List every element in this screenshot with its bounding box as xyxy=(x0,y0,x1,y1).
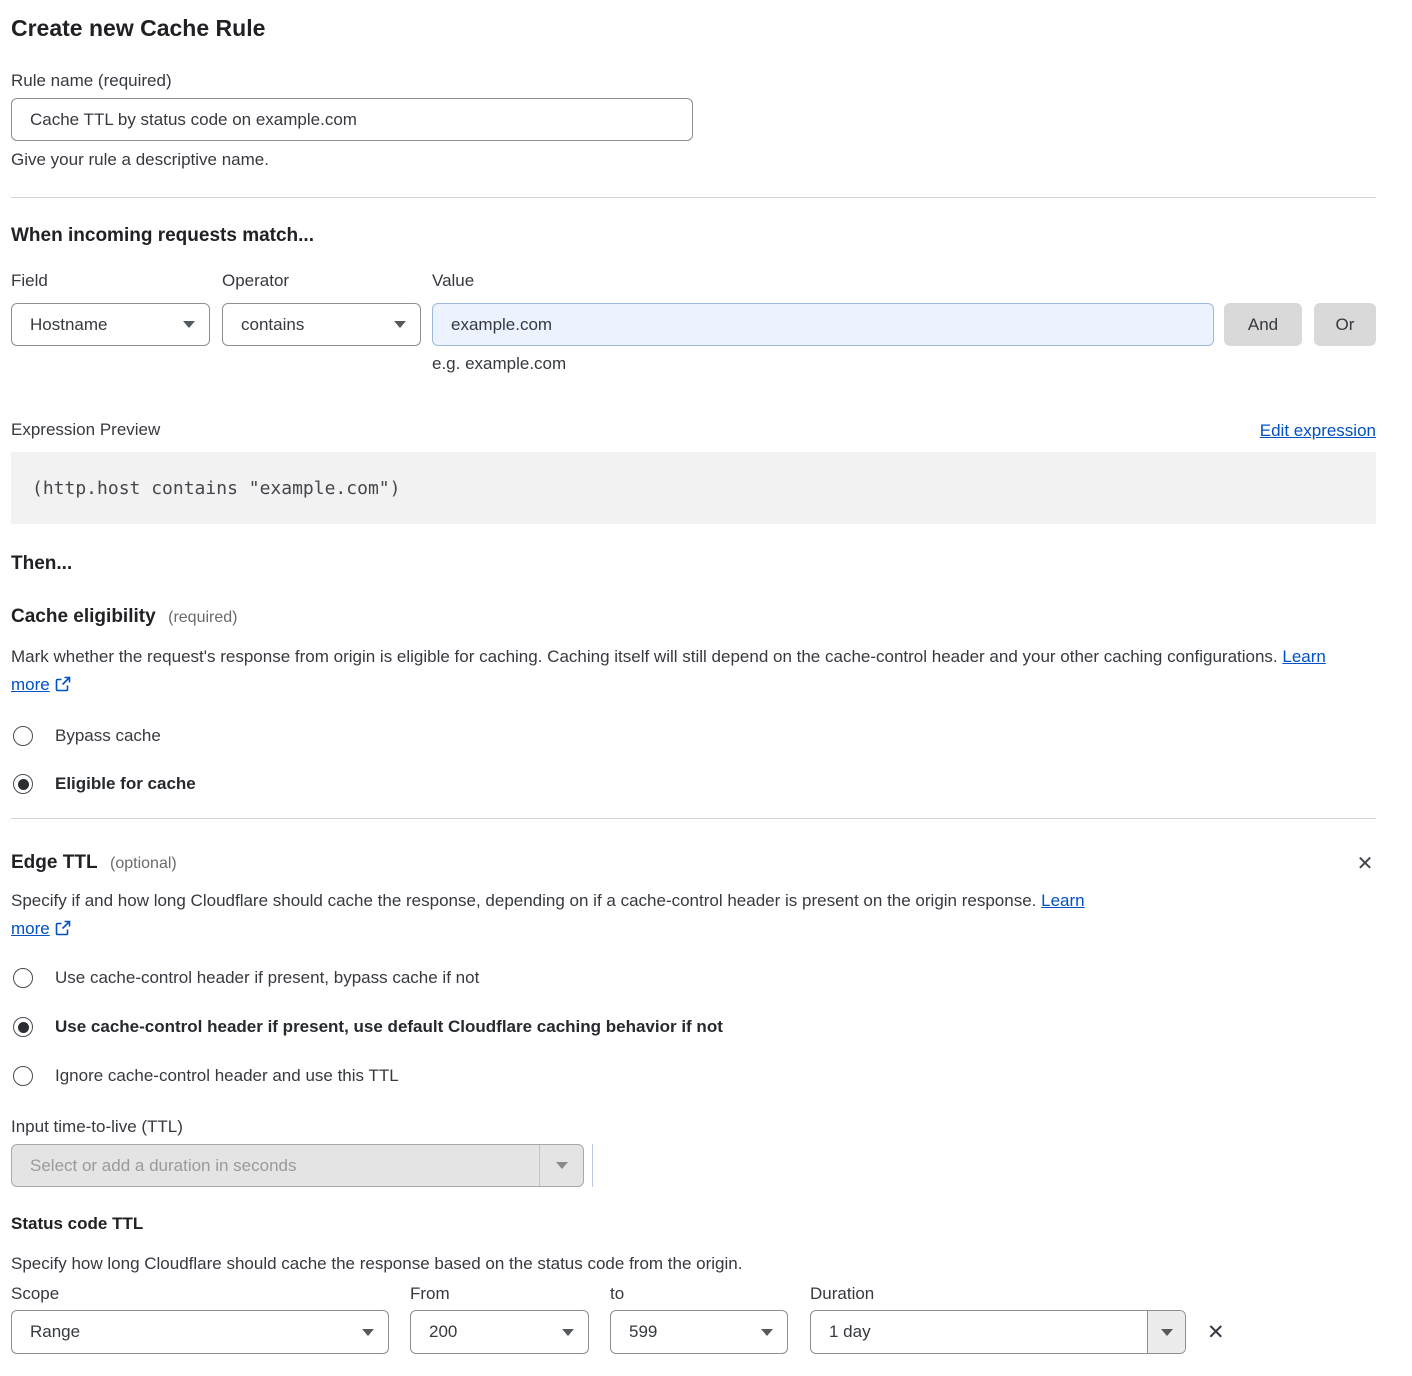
edge-ttl-heading: Edge TTL xyxy=(11,852,98,873)
expression-code: (http.host contains "example.com") xyxy=(32,478,400,499)
radio-label: Ignore cache-control header and use this… xyxy=(55,1065,399,1087)
field-select-value: Hostname xyxy=(30,315,107,335)
ttl-input-label: Input time-to-live (TTL) xyxy=(11,1116,1376,1138)
from-column-label: From xyxy=(410,1283,589,1305)
edge-ttl-description: Specify if and how long Cloudflare shoul… xyxy=(11,891,1036,910)
field-column-label: Field xyxy=(11,270,210,292)
or-button[interactable]: Or xyxy=(1314,303,1376,346)
operator-select-value: contains xyxy=(241,315,304,335)
radio-bypass-cache[interactable]: Bypass cache xyxy=(11,725,1376,747)
then-heading: Then... xyxy=(11,552,1376,576)
scope-select[interactable]: Range xyxy=(11,1310,389,1354)
duration-column-label: Duration xyxy=(810,1283,1186,1305)
duration-select-value: 1 day xyxy=(811,1311,1147,1353)
radio-use-header-bypass[interactable]: Use cache-control header if present, byp… xyxy=(11,967,1376,989)
and-button[interactable]: And xyxy=(1224,303,1302,346)
to-select[interactable]: 599 xyxy=(610,1310,788,1354)
page-title: Create new Cache Rule xyxy=(11,14,1376,42)
match-heading: When incoming requests match... xyxy=(11,224,1376,248)
radio-label: Bypass cache xyxy=(55,725,161,747)
chevron-down-icon xyxy=(1147,1311,1185,1353)
edit-expression-link[interactable]: Edit expression xyxy=(1260,421,1376,441)
radio-selected-icon xyxy=(13,774,33,794)
expression-code-block: (http.host contains "example.com") xyxy=(11,452,1376,524)
chevron-down-icon xyxy=(539,1145,583,1186)
duration-select[interactable]: 1 day xyxy=(810,1310,1186,1354)
chevron-down-icon xyxy=(362,1329,374,1336)
status-code-ttl-description: Specify how long Cloudflare should cache… xyxy=(11,1253,1376,1275)
radio-eligible-for-cache[interactable]: Eligible for cache xyxy=(11,773,1376,795)
ttl-duration-select[interactable]: Select or add a duration in seconds xyxy=(11,1144,584,1187)
radio-ignore-header[interactable]: Ignore cache-control header and use this… xyxy=(11,1065,1376,1087)
delete-status-code-row-icon[interactable]: ✕ xyxy=(1207,1320,1225,1345)
radio-label: Eligible for cache xyxy=(55,773,196,795)
section-divider xyxy=(11,197,1376,198)
radio-icon xyxy=(13,968,33,988)
operator-column-label: Operator xyxy=(222,270,421,292)
field-select[interactable]: Hostname xyxy=(11,303,210,346)
radio-icon xyxy=(13,726,33,746)
ttl-duration-placeholder: Select or add a duration in seconds xyxy=(12,1145,539,1186)
rule-name-label: Rule name (required) xyxy=(11,70,1376,92)
rule-name-input[interactable] xyxy=(11,98,693,141)
external-link-icon xyxy=(55,673,71,701)
section-divider xyxy=(11,818,1376,819)
chevron-down-icon xyxy=(183,321,195,328)
optional-tag: (optional) xyxy=(110,855,177,872)
expression-preview-label: Expression Preview xyxy=(11,419,160,441)
required-tag: (required) xyxy=(168,609,237,626)
scope-column-label: Scope xyxy=(11,1283,389,1305)
to-column-label: to xyxy=(610,1283,788,1305)
operator-select[interactable]: contains xyxy=(222,303,421,346)
value-hint: e.g. example.com xyxy=(432,353,1376,375)
value-column-label: Value xyxy=(432,270,1214,292)
to-select-value: 599 xyxy=(629,1322,657,1342)
radio-icon xyxy=(13,1066,33,1086)
chevron-down-icon xyxy=(394,321,406,328)
chevron-down-icon xyxy=(562,1329,574,1336)
cache-eligibility-heading: Cache eligibility xyxy=(11,606,156,627)
chevron-down-icon xyxy=(761,1329,773,1336)
external-link-icon xyxy=(55,917,71,945)
radio-use-header-default[interactable]: Use cache-control header if present, use… xyxy=(11,1016,1376,1038)
scope-select-value: Range xyxy=(30,1322,80,1342)
from-select[interactable]: 200 xyxy=(410,1310,589,1354)
from-select-value: 200 xyxy=(429,1322,457,1342)
rule-name-helper: Give your rule a descriptive name. xyxy=(11,149,1376,171)
input-edge-line xyxy=(592,1144,593,1187)
edge-ttl-close-icon[interactable]: ✕ xyxy=(1354,853,1376,875)
radio-selected-icon xyxy=(13,1017,33,1037)
status-code-ttl-heading: Status code TTL xyxy=(11,1213,1376,1235)
cache-eligibility-description: Mark whether the request's response from… xyxy=(11,647,1278,666)
value-input[interactable] xyxy=(432,303,1214,346)
radio-label: Use cache-control header if present, use… xyxy=(55,1016,723,1038)
radio-label: Use cache-control header if present, byp… xyxy=(55,967,479,989)
